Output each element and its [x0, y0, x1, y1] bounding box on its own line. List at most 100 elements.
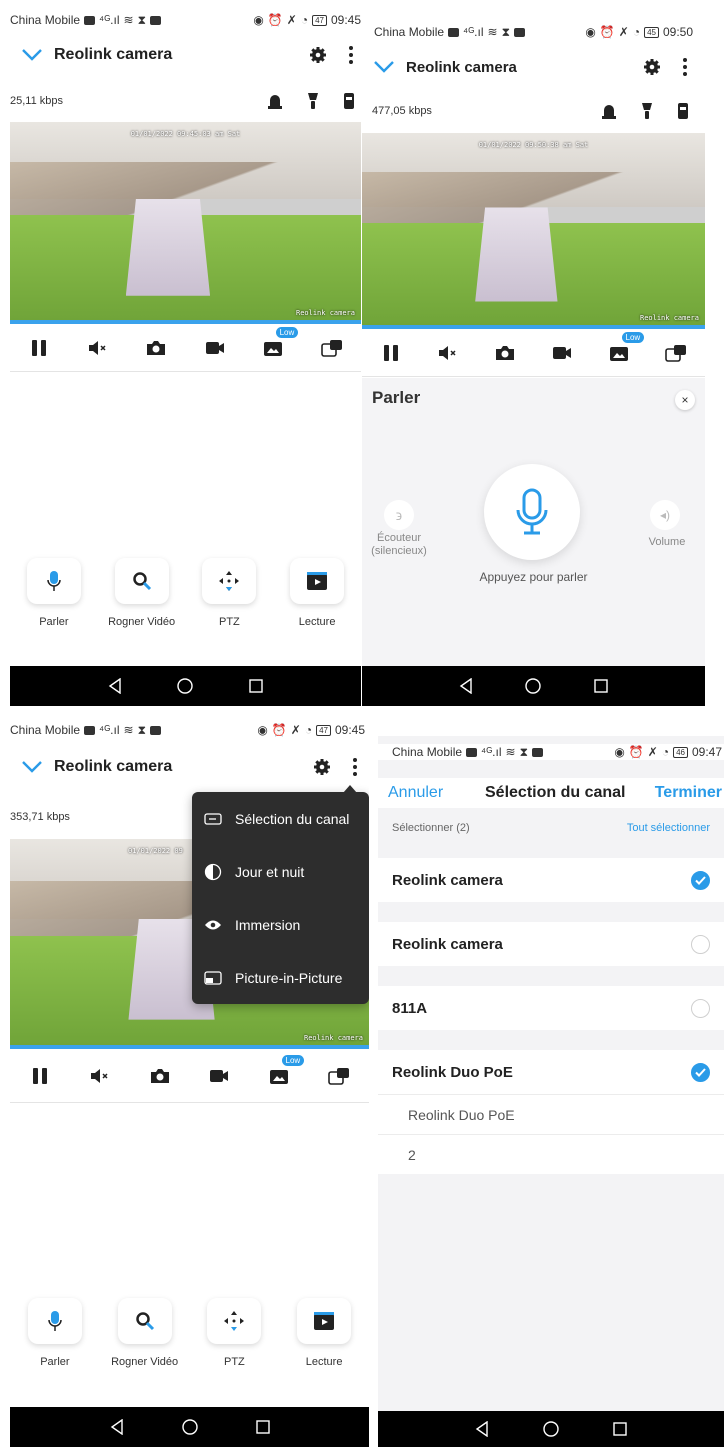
multiview-button[interactable] [326, 1063, 352, 1089]
sub-channel-row[interactable]: 2 [378, 1134, 724, 1174]
menu-item-label: Immersion [235, 916, 301, 933]
signal-icon: ⁴ᴳ.ıl [463, 25, 484, 39]
screen-talk: China Mobile ⁴ᴳ.ıl ≋ ⧗ ◉ ⏰ ✗ ◔ 45 09:50 … [362, 12, 705, 706]
nav-back-button[interactable] [107, 1417, 127, 1437]
sub-channel-row[interactable]: Reolink Duo PoE [378, 1094, 724, 1134]
select-all-button[interactable]: Tout sélectionner [627, 822, 710, 834]
menu-item-channel-select[interactable]: Sélection du canal [192, 792, 369, 845]
gear-icon[interactable] [643, 58, 661, 76]
ptz-button[interactable] [207, 1298, 262, 1344]
ptz-button[interactable] [202, 558, 257, 604]
playback-button[interactable] [297, 1298, 352, 1344]
talk-action[interactable]: Parler [14, 558, 94, 628]
ptz-action[interactable]: PTZ [189, 558, 269, 628]
nav-home-button[interactable] [175, 676, 195, 696]
crop-video-action[interactable]: Rogner Vidéo [105, 1298, 185, 1368]
nav-home-button[interactable] [180, 1417, 200, 1437]
playback-action[interactable]: Lecture [277, 558, 357, 628]
done-button[interactable]: Terminer [655, 784, 722, 802]
signal-icon: ⁴ᴳ.ıl [99, 13, 120, 27]
channel-row[interactable]: 811A [378, 986, 724, 1030]
unchecked-icon[interactable] [691, 934, 710, 954]
nav-recents-button[interactable] [246, 676, 266, 696]
chevron-down-icon[interactable] [374, 61, 394, 73]
crop-video-button[interactable] [114, 558, 169, 604]
record-button[interactable] [549, 340, 575, 366]
quality-button[interactable]: Low [266, 1054, 305, 1089]
nav-back-button[interactable] [472, 1419, 492, 1439]
mute-icon: ✗ [618, 25, 629, 39]
gear-icon[interactable] [313, 758, 331, 776]
camera-video-feed[interactable]: 01/01/2022 09:45:03 am Sat Reolink camer… [10, 122, 361, 324]
carrier-label: China Mobile [392, 745, 463, 759]
nav-home-button[interactable] [523, 676, 543, 696]
nav-back-button[interactable] [456, 676, 476, 696]
menu-item-day-night[interactable]: Jour et nuit [192, 845, 369, 898]
pause-button[interactable] [27, 1063, 53, 1089]
checked-icon[interactable] [691, 1062, 710, 1082]
nav-recents-button[interactable] [610, 1419, 630, 1439]
push-to-talk-button[interactable] [484, 464, 580, 560]
talk-action[interactable]: Parler [15, 1298, 95, 1368]
menu-item-immersion[interactable]: Immersion [192, 898, 369, 951]
crop-video-action[interactable]: Rogner Vidéo [102, 558, 182, 628]
checked-icon[interactable] [691, 870, 710, 890]
cancel-button[interactable]: Annuler [388, 784, 443, 802]
siren-icon[interactable] [601, 102, 617, 120]
record-button[interactable] [206, 1063, 232, 1089]
quality-button[interactable]: Low [260, 326, 299, 361]
doorbell-icon[interactable] [677, 102, 689, 120]
playback-button[interactable] [290, 558, 345, 604]
nav-back-button[interactable] [105, 676, 125, 696]
doorbell-icon[interactable] [343, 92, 355, 110]
snapshot-button[interactable] [147, 1063, 173, 1089]
talk-button[interactable] [27, 1298, 82, 1344]
nav-recents-button[interactable] [253, 1417, 273, 1437]
volume-button[interactable]: ◂) [650, 500, 680, 530]
more-menu-icon[interactable] [683, 58, 687, 76]
playback-action[interactable]: Lecture [284, 1298, 364, 1368]
camera-video-feed[interactable]: 01/01/2022 09:50:38 am Sat Reolink camer… [362, 133, 705, 329]
chevron-down-icon[interactable] [22, 49, 42, 61]
siren-icon[interactable] [267, 92, 283, 110]
close-icon: × [681, 393, 689, 407]
earpiece-button[interactable]: ϶ [384, 500, 414, 530]
pause-button[interactable] [26, 335, 52, 361]
mute-button[interactable] [435, 340, 461, 366]
mute-button[interactable] [87, 1063, 113, 1089]
chevron-down-icon[interactable] [22, 761, 42, 773]
play-icon [314, 1312, 335, 1330]
close-button[interactable]: × [675, 390, 695, 410]
talk-button[interactable] [26, 558, 81, 604]
nav-home-button[interactable] [541, 1419, 561, 1439]
channel-row[interactable]: Reolink camera [378, 858, 724, 902]
channel-row[interactable]: Reolink camera [378, 922, 724, 966]
snapshot-button[interactable] [492, 340, 518, 366]
mute-button[interactable] [85, 335, 111, 361]
menu-item-label: Picture-in-Picture [235, 969, 343, 986]
floodlight-icon[interactable] [641, 102, 653, 120]
more-menu-icon[interactable] [349, 46, 353, 64]
floodlight-icon[interactable] [307, 92, 319, 110]
speed-icon: ◔ [632, 25, 641, 39]
ptz-action[interactable]: PTZ [194, 1298, 274, 1368]
channel-row[interactable]: Reolink Duo PoE [378, 1050, 724, 1094]
gear-icon[interactable] [309, 46, 327, 64]
back-triangle-icon [108, 678, 121, 694]
hourglass-icon: ⧗ [137, 722, 146, 737]
video-record-icon [205, 341, 224, 354]
pause-button[interactable] [378, 340, 404, 366]
multiview-button[interactable] [319, 335, 345, 361]
snapshot-button[interactable] [143, 335, 169, 361]
signal-icon: ⁴ᴳ.ıl [481, 745, 502, 759]
unchecked-icon[interactable] [691, 998, 710, 1018]
nav-recents-button[interactable] [591, 676, 611, 696]
crop-video-button[interactable] [117, 1298, 172, 1344]
system-navbar [362, 666, 705, 706]
menu-item-pip[interactable]: Picture-in-Picture [192, 951, 369, 1004]
clock-time: 09:47 [691, 745, 722, 759]
more-menu-icon[interactable] [353, 758, 357, 776]
quality-button[interactable]: Low [606, 331, 645, 366]
multiview-button[interactable] [663, 340, 689, 366]
record-button[interactable] [202, 335, 228, 361]
